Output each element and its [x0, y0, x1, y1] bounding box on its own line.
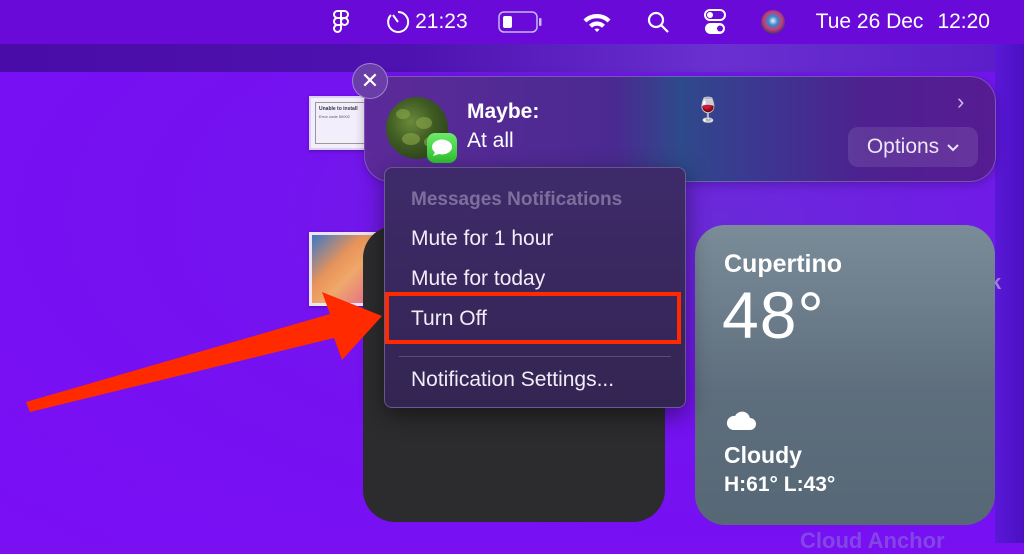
chevron-down-icon	[947, 140, 959, 155]
notification-options-menu: Messages Notifications Mute for 1 hour M…	[384, 167, 686, 408]
menubar-time: 12:20	[937, 10, 990, 33]
timer-label: 21:23	[415, 10, 468, 33]
options-button[interactable]: Options	[848, 127, 978, 167]
wine-glass-emoji: 🍷	[693, 97, 723, 124]
clock-menu-item[interactable]: Tue 26 Dec 12:20	[816, 0, 990, 44]
figma-icon[interactable]	[333, 0, 355, 44]
weather-high-low: H:61° L:43°	[724, 473, 836, 496]
chevron-right-icon[interactable]: ›	[957, 89, 964, 115]
wifi-icon[interactable]	[582, 0, 612, 44]
options-label: Options	[866, 135, 940, 158]
thumbnail-subtitle: Error code 50002	[319, 114, 350, 119]
menu-item-mute-1-hour[interactable]: Mute for 1 hour	[411, 227, 553, 251]
menu-separator	[399, 356, 671, 357]
menu-item-mute-today[interactable]: Mute for today	[411, 267, 545, 291]
control-center-icon[interactable]	[703, 0, 726, 44]
menu-bar: 21:23 Tue 26 Dec 12:20	[0, 0, 1024, 44]
close-notification-button[interactable]: ✕	[352, 63, 388, 99]
cloud-icon	[725, 409, 757, 436]
timer-menu-item[interactable]: 21:23	[385, 0, 468, 44]
search-icon[interactable]	[646, 0, 670, 44]
weather-temperature: 48°	[722, 278, 825, 352]
thumbnail-title: Unable to install	[319, 106, 358, 112]
menu-header: Messages Notifications	[411, 189, 623, 210]
menu-item-notification-settings[interactable]: Notification Settings...	[411, 368, 614, 392]
background-widget-label: Cloud Anchor	[800, 528, 945, 553]
battery-icon[interactable]	[497, 0, 542, 44]
siri-icon[interactable]	[760, 0, 786, 44]
weather-widget[interactable]: Cupertino 48° Cloudy H:61° L:43°	[695, 225, 995, 525]
highlight-box	[385, 292, 681, 344]
weather-condition: Cloudy	[724, 442, 802, 468]
desktop-top-band	[0, 44, 1024, 72]
notification-message: At all	[467, 129, 514, 152]
menubar-date: Tue 26 Dec	[815, 10, 924, 33]
messages-icon	[427, 133, 457, 163]
close-icon: ✕	[360, 68, 380, 93]
weather-city: Cupertino	[724, 250, 843, 278]
timer-icon	[385, 9, 411, 35]
notification-sender: Maybe:	[467, 100, 540, 123]
